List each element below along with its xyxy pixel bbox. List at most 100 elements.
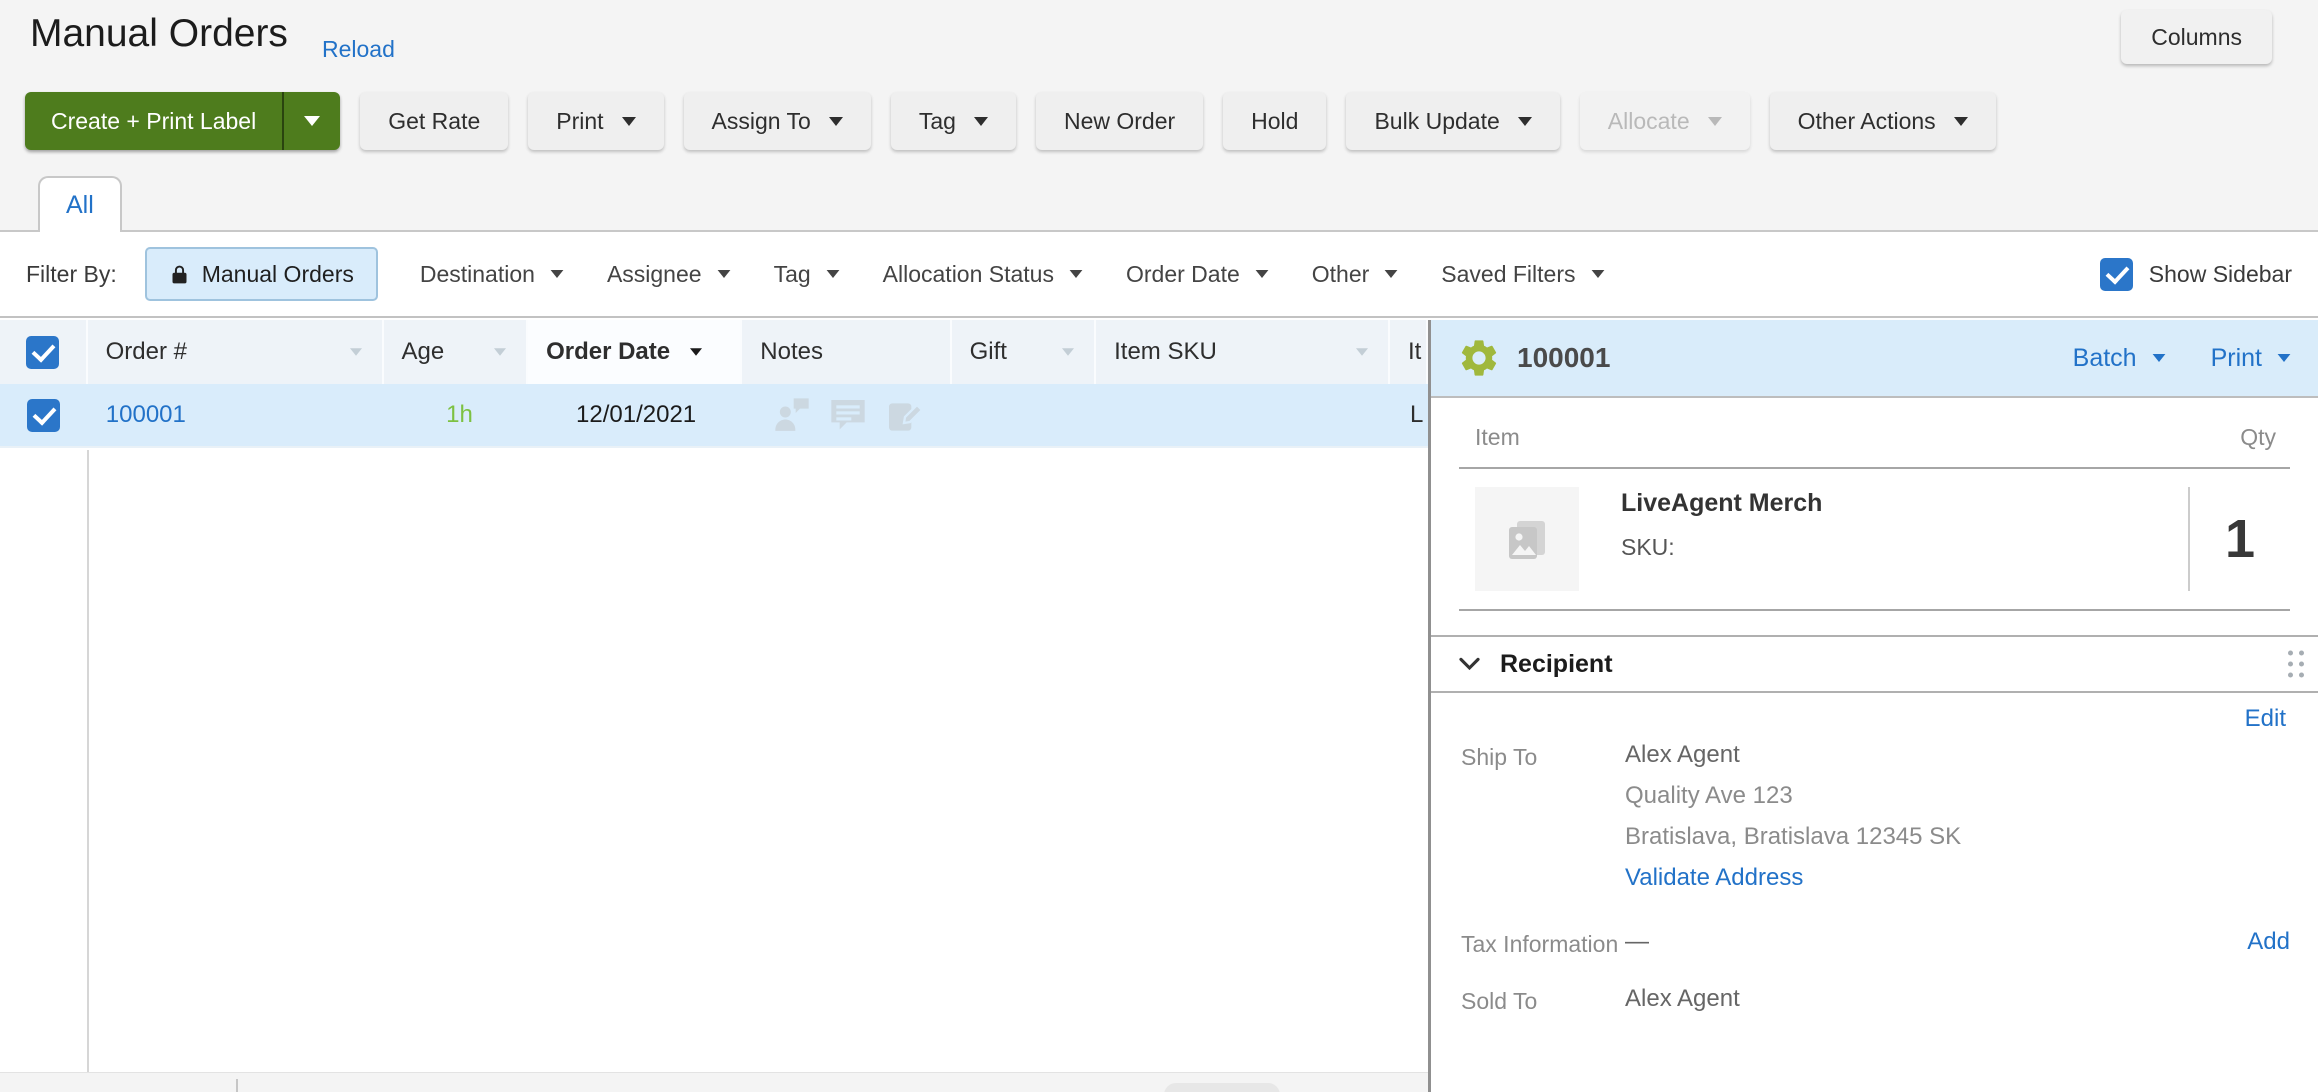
- note-icons: [772, 395, 924, 435]
- header-order-date[interactable]: Order Date: [528, 320, 742, 384]
- new-order-button[interactable]: New Order: [1036, 92, 1203, 150]
- chevron-down-icon: [829, 117, 843, 126]
- bulk-update-button[interactable]: Bulk Update: [1346, 92, 1559, 150]
- filter-other[interactable]: Other: [1312, 261, 1400, 288]
- order-number-link[interactable]: 100001: [106, 401, 186, 429]
- item-sku-cell: [1098, 384, 1392, 446]
- filter-destination[interactable]: Destination: [420, 261, 565, 288]
- notes-cell: [743, 384, 953, 446]
- chevron-down-icon: [1708, 117, 1722, 126]
- print-button[interactable]: Print: [528, 92, 663, 150]
- table-header-row: Order # Age Order Date Notes Gift Item S…: [0, 320, 1428, 384]
- columns-button[interactable]: Columns: [2121, 10, 2272, 64]
- edit-link[interactable]: Edit: [2245, 705, 2286, 732]
- chevron-down-icon: [1518, 117, 1532, 126]
- filter-by-label: Filter By:: [26, 261, 117, 288]
- header-age[interactable]: Age: [384, 320, 529, 384]
- sort-caret-icon: [494, 348, 506, 356]
- filter-tag[interactable]: Tag: [774, 261, 841, 288]
- column-divider: [87, 450, 89, 1072]
- page-title: Manual Orders: [30, 12, 288, 56]
- image-placeholder-icon: [1503, 515, 1551, 563]
- chevron-down-icon: [1255, 270, 1268, 278]
- assign-to-button[interactable]: Assign To: [684, 92, 871, 150]
- tab-row: All: [0, 176, 2318, 232]
- show-sidebar-checkbox[interactable]: [2100, 258, 2133, 291]
- footer-pill: [1164, 1083, 1280, 1092]
- chevron-down-icon: [2152, 354, 2165, 362]
- item-thumbnail: [1475, 487, 1579, 591]
- chevron-down-icon: [304, 116, 320, 126]
- sidebar-menus: Batch Print: [2073, 344, 2292, 373]
- drag-handle-icon[interactable]: [2288, 651, 2304, 678]
- recipient-section: Edit Ship To Alex Agent Quality Ave 123 …: [1431, 693, 2318, 1015]
- internal-note-icon[interactable]: [884, 395, 924, 435]
- order-date-value: 12/01/2021: [576, 401, 696, 429]
- table-row[interactable]: 100001 1h 12/01/2021 L: [0, 384, 1428, 448]
- select-all-checkbox[interactable]: [26, 336, 59, 369]
- item-name-cell: L: [1392, 384, 1428, 446]
- show-sidebar-toggle[interactable]: Show Sidebar: [2100, 258, 2292, 291]
- chevron-down-icon: [1591, 270, 1604, 278]
- tax-information-value: —: [1625, 928, 2247, 957]
- header-item-sku[interactable]: Item SKU: [1096, 320, 1390, 384]
- show-sidebar-label: Show Sidebar: [2149, 261, 2292, 288]
- buyer-note-icon[interactable]: [772, 395, 812, 435]
- recipient-section-header[interactable]: Recipient: [1431, 635, 2318, 693]
- sold-to-label: Sold To: [1461, 985, 1625, 1014]
- filter-allocation-status[interactable]: Allocation Status: [883, 261, 1084, 288]
- chevron-down-icon: [717, 270, 730, 278]
- age-cell: 1h: [384, 384, 529, 446]
- get-rate-button[interactable]: Get Rate: [360, 92, 508, 150]
- sort-caret-icon: [1062, 348, 1074, 356]
- tag-button[interactable]: Tag: [891, 92, 1016, 150]
- create-print-label-button[interactable]: Create + Print Label: [25, 92, 340, 150]
- hold-button[interactable]: Hold: [1223, 92, 1326, 150]
- tax-information-label: Tax Information: [1461, 928, 1625, 957]
- order-date-cell: 12/01/2021: [529, 384, 744, 446]
- sort-caret-icon: [690, 348, 702, 356]
- header-gift[interactable]: Gift: [952, 320, 1097, 384]
- main-content: Order # Age Order Date Notes Gift Item S…: [0, 316, 2318, 1092]
- tax-add-link[interactable]: Add: [2247, 928, 2290, 955]
- chevron-down-icon[interactable]: [1459, 657, 1480, 671]
- filter-assignee[interactable]: Assignee: [607, 261, 732, 288]
- header-order-number[interactable]: Order #: [88, 320, 384, 384]
- ship-to-label: Ship To: [1461, 741, 1625, 892]
- ship-to-value: Alex Agent Quality Ave 123 Bratislava, B…: [1625, 741, 2290, 892]
- header-item-name[interactable]: It: [1390, 320, 1428, 384]
- chevron-down-icon: [974, 117, 988, 126]
- item-qty: 1: [2188, 487, 2290, 591]
- tab-all[interactable]: All: [38, 176, 122, 232]
- header-notes[interactable]: Notes: [742, 320, 951, 384]
- sidebar-order-number: 100001: [1517, 342, 1610, 374]
- age-value: 1h: [446, 401, 511, 429]
- gear-icon[interactable]: [1457, 336, 1501, 380]
- filter-saved-filters[interactable]: Saved Filters: [1441, 261, 1605, 288]
- divider: [1459, 609, 2290, 611]
- toolbar: Create + Print Label Get Rate Print Assi…: [25, 92, 1996, 150]
- lock-icon: [169, 264, 190, 285]
- other-actions-button[interactable]: Other Actions: [1770, 92, 1996, 150]
- filter-order-date[interactable]: Order Date: [1126, 261, 1270, 288]
- row-checkbox[interactable]: [27, 399, 60, 432]
- batch-menu[interactable]: Batch: [2073, 344, 2167, 373]
- select-all-cell: [0, 320, 88, 384]
- table-footer: [0, 1072, 1428, 1092]
- sold-to-row: Sold To Alex Agent: [1459, 985, 2290, 1014]
- recipient-title: Recipient: [1500, 650, 1613, 679]
- sidebar-header: 100001 Batch Print: [1431, 320, 2318, 398]
- gift-cell: [953, 384, 1098, 446]
- create-print-label-dropdown[interactable]: [282, 92, 340, 150]
- print-menu[interactable]: Print: [2211, 344, 2292, 373]
- chevron-down-icon: [622, 117, 636, 126]
- locked-filter-chip[interactable]: Manual Orders: [145, 247, 378, 301]
- customer-message-icon[interactable]: [828, 395, 868, 435]
- ship-to-row: Ship To Alex Agent Quality Ave 123 Brati…: [1459, 741, 2290, 892]
- items-header: Item Qty: [1459, 398, 2290, 467]
- validate-address-link[interactable]: Validate Address: [1625, 864, 1803, 891]
- order-sidebar: 100001 Batch Print Item Qty: [1428, 320, 2318, 1092]
- footer-divider: [236, 1079, 238, 1092]
- reload-link[interactable]: Reload: [322, 36, 395, 63]
- create-print-label-main[interactable]: Create + Print Label: [25, 92, 282, 150]
